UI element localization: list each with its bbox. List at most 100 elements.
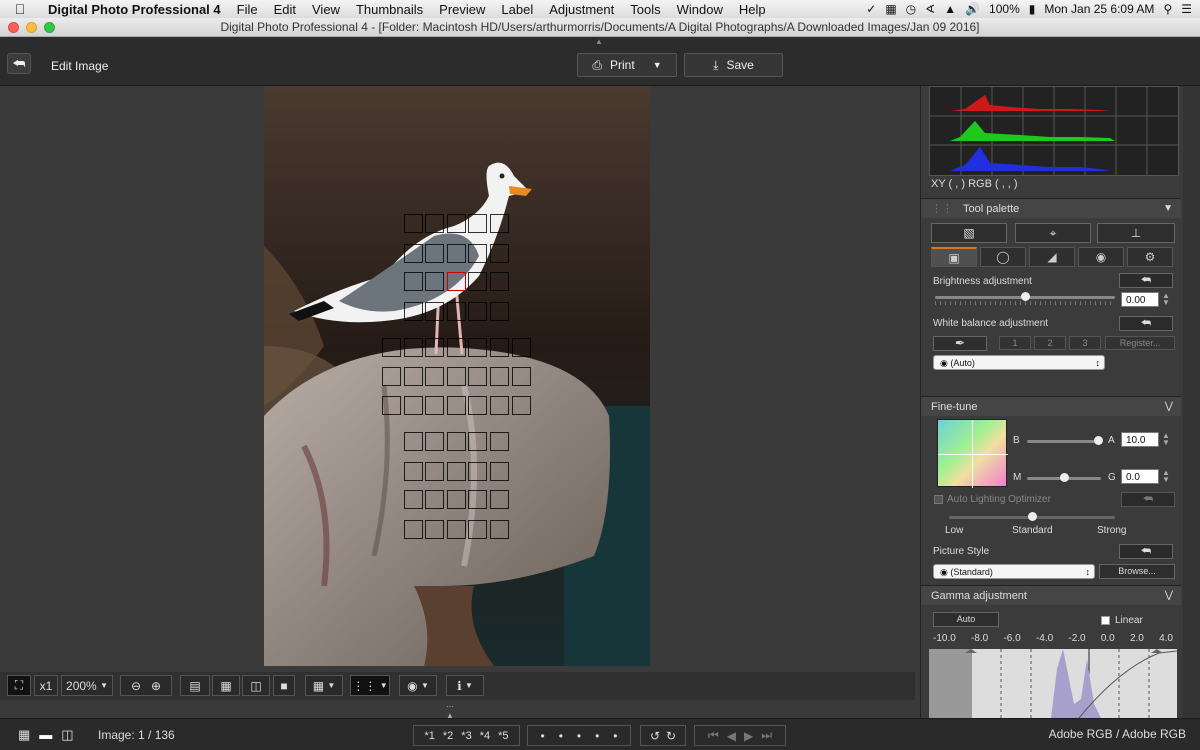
zoom-out-icon[interactable]: ⊖ [131,679,141,693]
linear-checkbox[interactable] [1101,616,1110,625]
tab-tone-curve[interactable]: ◢ [1029,247,1075,267]
thumbnail-view-icon[interactable]: ▦ [18,727,30,743]
back-button[interactable]: ⮪ [7,53,31,74]
menu-label[interactable]: Label [493,2,541,17]
star-dot-icon[interactable]: • [540,729,544,743]
battery-percent[interactable]: 100% [989,2,1020,16]
single-view-icon[interactable]: ▬ [39,727,52,743]
wifi-icon[interactable]: ▲ [944,2,956,16]
info-button[interactable]: ℹ ▼ [446,675,484,696]
menu-file[interactable]: File [229,2,266,17]
zoom-select[interactable]: 200% ▼ [61,675,113,696]
apple-menu-icon[interactable]:  [0,1,40,17]
menu-edit[interactable]: Edit [266,2,304,17]
volume-icon[interactable]: 🔊 [965,2,980,16]
brightness-slider-thumb[interactable] [1021,292,1030,301]
clock[interactable]: Mon Jan 25 6:09 AM [1044,2,1154,16]
a-value[interactable]: 10.0 [1121,432,1159,447]
fit-to-window-button[interactable]: ⛶ [7,675,31,696]
b-a-slider[interactable] [1027,440,1101,443]
wb-preset-3-button[interactable]: 3 [1069,336,1101,350]
alo-checkbox[interactable] [934,495,943,504]
rating-3[interactable]: *3 [461,730,471,742]
star-rating-control[interactable]: • • • • • [527,725,631,746]
star-dot-icon[interactable]: • [577,729,581,743]
rating-2[interactable]: *2 [443,730,453,742]
menu-thumbnails[interactable]: Thumbnails [348,2,431,17]
menu-app-name[interactable]: Digital Photo Professional 4 [40,2,229,17]
tab-basic[interactable]: ▣ [931,247,977,267]
highlight-warning-button[interactable]: ■ [273,675,295,696]
wb-preset-2-button[interactable]: 2 [1034,336,1066,350]
fine-tune-color-grid[interactable] [937,419,1008,488]
gamma-graph[interactable] [929,649,1177,718]
save-button[interactable]: ⤓ Save [684,53,783,77]
collapse-arrow-icon[interactable]: ▼ [1163,199,1173,219]
drag-handle-icon[interactable]: ⋮⋮ [931,203,953,215]
gamma-auto-button[interactable]: Auto [933,612,999,627]
notification-center-icon[interactable]: ☰ [1181,2,1192,16]
chevron-down-icon[interactable]: ▼ [653,60,662,70]
photo-preview[interactable] [264,86,650,666]
grid-display-button[interactable]: ▦ ▼ [305,675,343,696]
menu-window[interactable]: Window [669,2,731,17]
wb-preset-1-button[interactable]: 1 [999,336,1031,350]
status-clock-icon[interactable]: ◷ [906,2,916,16]
brightness-value[interactable]: 0.00 [1121,292,1159,307]
m-g-slider-thumb[interactable] [1060,473,1069,482]
menu-adjustment[interactable]: Adjustment [541,2,622,17]
gamma-adjustment-header[interactable]: Gamma adjustment ⋁ [921,585,1181,605]
brightness-reset-button[interactable]: ⮪ [1119,273,1173,288]
picture-style-select[interactable]: ◉ (Standard) ↕ [933,564,1095,579]
first-image-icon[interactable]: ⏮ [708,728,719,743]
crop-tool-button[interactable]: ⌖ [1015,223,1091,243]
previous-image-icon[interactable]: ◀ [727,729,736,743]
fine-tune-header[interactable]: Fine-tune ⋁ [921,396,1181,416]
search-icon[interactable]: ⚲ [1163,2,1172,16]
rating-4[interactable]: *4 [480,730,490,742]
minimize-window-button[interactable] [26,22,37,33]
tool-palette-header[interactable]: ⋮⋮ Tool palette ▼ [921,198,1181,218]
bluetooth-icon[interactable]: ∢ [925,2,935,16]
star-dot-icon[interactable]: • [559,729,563,743]
menu-help[interactable]: Help [731,2,774,17]
grid-overlay-button[interactable]: ▦ [212,675,240,696]
brightness-stepper[interactable]: ▲ ▼ [1162,292,1170,307]
rating-1[interactable]: *1 [424,730,434,742]
star-dot-icon[interactable]: • [613,729,617,743]
white-balance-reset-button[interactable]: ⮪ [1119,316,1173,331]
picture-style-reset-button[interactable]: ⮪ [1119,544,1173,559]
tab-color[interactable]: ◉ [1078,247,1124,267]
menu-tools[interactable]: Tools [622,2,668,17]
next-image-icon[interactable]: ▶ [744,729,753,743]
rotate-right-icon[interactable]: ↻ [666,729,676,743]
rating-5[interactable]: *5 [498,730,508,742]
menu-preview[interactable]: Preview [431,2,493,17]
af-frame-button[interactable]: ⋮⋮ ▼ [350,675,390,696]
b-a-slider-thumb[interactable] [1094,436,1103,445]
picture-style-browse-button[interactable]: Browse... [1099,564,1175,579]
af-point-toggle-button[interactable]: ▤ [180,675,210,696]
wb-register-button[interactable]: Register... [1105,336,1175,350]
collapse-double-chevron-icon[interactable]: ⋁ [1165,397,1173,417]
g-stepper[interactable]: ▲ ▼ [1162,469,1170,484]
image-canvas[interactable] [0,86,915,672]
g-value[interactable]: 0.0 [1121,469,1159,484]
star-dot-icon[interactable]: • [595,729,599,743]
status-grid-icon[interactable]: ▦ [885,2,896,16]
stamp-tool-button[interactable]: ⊥ [1097,223,1175,243]
tab-settings[interactable]: ⚙ [1127,247,1173,267]
panel-scrollbar[interactable] [1183,86,1200,718]
collapse-double-chevron-icon[interactable]: ⋁ [1165,586,1173,606]
zoom-window-button[interactable] [44,22,55,33]
menu-view[interactable]: View [304,2,348,17]
last-image-icon[interactable]: ⏭ [761,728,772,743]
white-balance-eyedropper-button[interactable]: ✒ [933,336,987,351]
battery-icon[interactable]: ▮ [1029,2,1036,16]
close-window-button[interactable] [8,22,19,33]
status-check-icon[interactable]: ✓ [866,2,876,16]
actual-size-button[interactable]: x1 [34,675,58,696]
alo-slider-thumb[interactable] [1028,512,1037,521]
basic-adjust-tool-button[interactable]: ▧ [931,223,1007,243]
white-balance-select[interactable]: ◉ (Auto) ↕ [933,355,1105,370]
